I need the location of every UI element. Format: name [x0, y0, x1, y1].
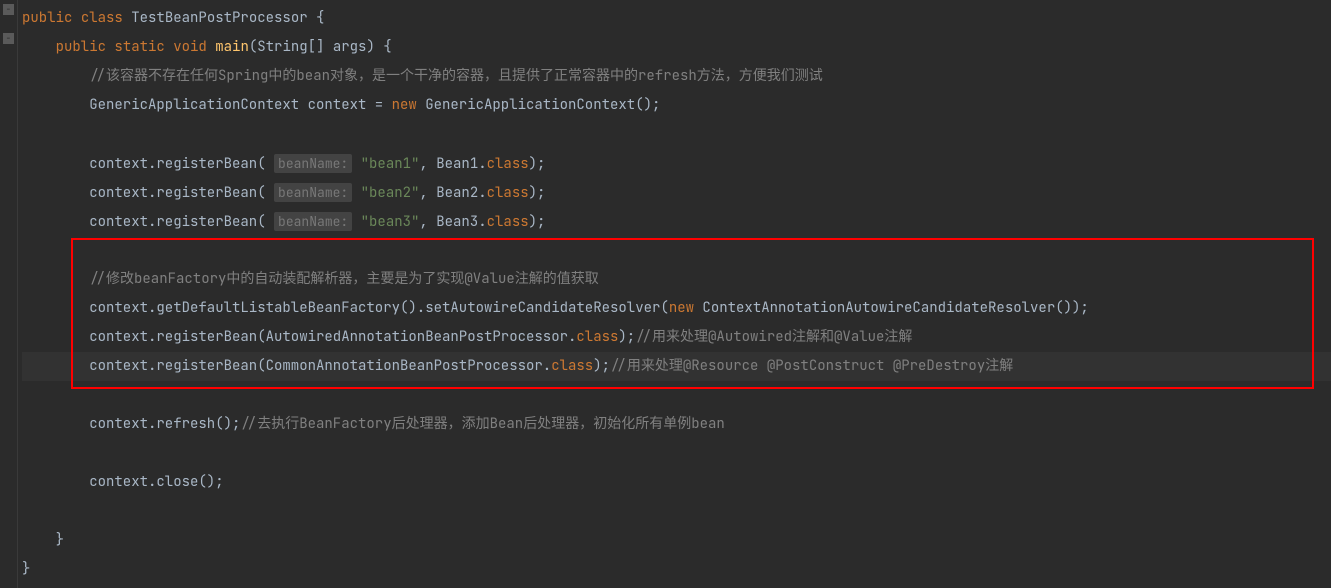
keyword: new [392, 96, 417, 114]
keyword: class [487, 213, 529, 231]
string-literal: "bean2" [352, 184, 419, 202]
code-text: context.registerBean(CommonAnnotationBea… [89, 357, 551, 375]
blank [22, 386, 30, 404]
comment: //用来处理@Autowired注解和@Value注解 [635, 328, 912, 346]
code-text: context.refresh(); [89, 415, 240, 433]
fold-class-icon[interactable]: − [3, 4, 14, 15]
indent [22, 531, 56, 549]
keyword: class [551, 357, 593, 375]
keyword: class [81, 9, 123, 27]
code-line[interactable]: GenericApplicationContext context = new … [22, 91, 1331, 120]
code-text: context.registerBean( [89, 184, 274, 202]
indent [22, 184, 89, 202]
param-hint: beanName: [274, 183, 352, 202]
code-line-blank[interactable] [22, 120, 1331, 149]
code-text: ); [529, 155, 546, 173]
code-line[interactable]: public class TestBeanPostProcessor { [22, 4, 1331, 33]
keyword: class [487, 155, 529, 173]
code-text: , Bean1. [419, 155, 486, 173]
code-line[interactable]: //该容器不存在任何Spring中的bean对象，是一个干净的容器，且提供了正常… [22, 62, 1331, 91]
keyword: void [173, 38, 207, 56]
string-literal: "bean1" [352, 155, 419, 173]
comment: //修改beanFactory中的自动装配解析器，主要是为了实现@Value注解… [89, 270, 599, 288]
indent [22, 213, 89, 231]
keyword: new [669, 299, 694, 317]
code-line-highlighted[interactable]: context.registerBean(CommonAnnotationBea… [22, 352, 1331, 381]
string-literal: "bean3" [352, 213, 419, 231]
code-text: GenericApplicationContext(); [417, 96, 661, 114]
indent [22, 328, 89, 346]
method-name: main [215, 38, 249, 56]
comment: //该容器不存在任何Spring中的bean对象，是一个干净的容器，且提供了正常… [89, 67, 823, 85]
indent [22, 473, 89, 491]
code-line[interactable]: context.registerBean( beanName: "bean2",… [22, 178, 1331, 207]
comment: //用来处理@Resource @PostConstruct @PreDestr… [610, 357, 1013, 375]
brace: } [56, 531, 64, 549]
code-line[interactable]: //修改beanFactory中的自动装配解析器，主要是为了实现@Value注解… [22, 265, 1331, 294]
code-text: GenericApplicationContext context = [89, 96, 391, 114]
keyword: static [114, 38, 164, 56]
indent [22, 67, 89, 85]
code-area[interactable]: public class TestBeanPostProcessor { pub… [0, 4, 1331, 584]
indent [22, 270, 89, 288]
code-line-blank[interactable] [22, 439, 1331, 468]
params: (String[] args) { [249, 38, 392, 56]
code-text: context.registerBean(AutowiredAnnotation… [89, 328, 576, 346]
indent [22, 415, 89, 433]
code-line-blank[interactable] [22, 497, 1331, 526]
brace: } [22, 560, 30, 578]
editor-gutter: − − [0, 0, 18, 588]
class-name: TestBeanPostProcessor [131, 9, 307, 27]
code-text: ); [618, 328, 635, 346]
code-text: , Bean2. [419, 184, 486, 202]
indent [22, 155, 89, 173]
code-line[interactable]: context.close(); [22, 468, 1331, 497]
blank [22, 502, 30, 520]
code-text: , Bean3. [419, 213, 486, 231]
indent [22, 357, 89, 375]
param-hint: beanName: [274, 154, 352, 173]
code-line[interactable]: public static void main(String[] args) { [22, 33, 1331, 62]
indent [22, 96, 89, 114]
comment: //去执行BeanFactory后处理器，添加Bean后处理器，初始化所有单例b… [240, 415, 724, 433]
code-line[interactable]: context.registerBean( beanName: "bean1",… [22, 149, 1331, 178]
code-line[interactable]: context.refresh();//去执行BeanFactory后处理器，添… [22, 410, 1331, 439]
code-text: context.registerBean( [89, 155, 274, 173]
code-line[interactable]: } [22, 526, 1331, 555]
blank [22, 241, 30, 259]
code-line[interactable]: } [22, 555, 1331, 584]
param-hint: beanName: [274, 212, 352, 231]
code-text: context.registerBean( [89, 213, 274, 231]
blank [22, 444, 30, 462]
indent [22, 299, 89, 317]
code-text: context.close(); [89, 473, 223, 491]
code-line-blank[interactable] [22, 381, 1331, 410]
brace: { [308, 9, 325, 27]
fold-method-icon[interactable]: − [3, 33, 14, 44]
keyword: class [487, 184, 529, 202]
code-text: ); [529, 184, 546, 202]
code-editor[interactable]: − − public class TestBeanPostProcessor {… [0, 0, 1331, 588]
code-text: context.getDefaultListableBeanFactory().… [89, 299, 669, 317]
code-line[interactable]: context.registerBean(AutowiredAnnotation… [22, 323, 1331, 352]
code-text: ); [593, 357, 610, 375]
code-line[interactable]: context.registerBean( beanName: "bean3",… [22, 207, 1331, 236]
code-line-blank[interactable] [22, 236, 1331, 265]
code-text: ); [529, 213, 546, 231]
code-line[interactable]: context.getDefaultListableBeanFactory().… [22, 294, 1331, 323]
keyword: public [56, 38, 106, 56]
code-text: ContextAnnotationAutowireCandidateResolv… [694, 299, 1089, 317]
indent [22, 38, 56, 56]
keyword: public [22, 9, 72, 27]
blank [22, 125, 30, 143]
keyword: class [576, 328, 618, 346]
